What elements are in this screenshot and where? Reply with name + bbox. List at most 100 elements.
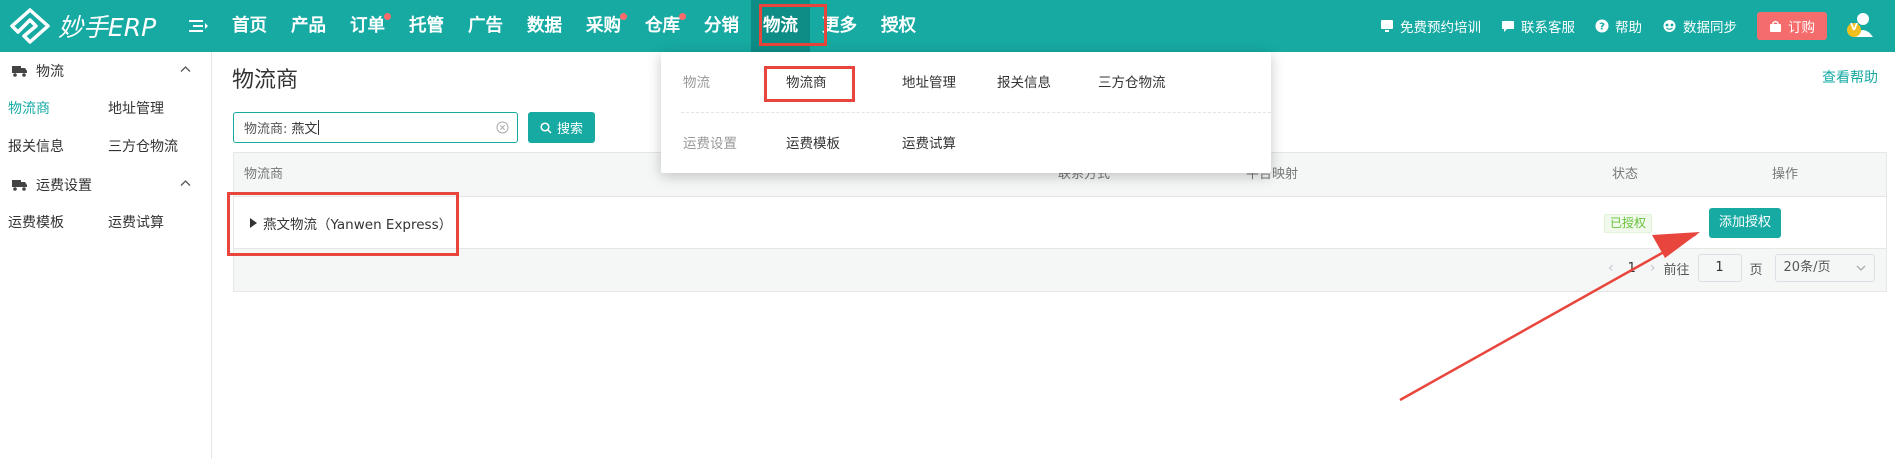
- notification-dot: [679, 13, 686, 20]
- sidebar-item[interactable]: 地址管理: [108, 90, 208, 128]
- dropdown-link[interactable]: 运费模板: [786, 132, 840, 152]
- help-label: 帮助: [1615, 20, 1642, 36]
- dropdown-link[interactable]: 报关信息: [997, 71, 1051, 91]
- dropdown-group-row: 物流 物流商 地址管理 报关信息 三方仓物流: [661, 61, 1271, 101]
- nav-item[interactable]: 分销: [692, 0, 751, 52]
- nav-item[interactable]: 采购: [574, 0, 633, 52]
- dropdown-link[interactable]: 地址管理: [902, 71, 956, 91]
- nav-item[interactable]: 数据: [515, 0, 574, 52]
- sidebar-item[interactable]: 报关信息: [8, 128, 108, 166]
- sidebar-group[interactable]: 物流: [0, 52, 211, 90]
- nav-item-label: 订单: [350, 16, 385, 36]
- search-value: 燕文: [291, 122, 318, 137]
- nav-item-label: 授权: [881, 16, 916, 36]
- nav-item[interactable]: 广告: [456, 0, 515, 52]
- search-button-label: 搜索: [556, 122, 583, 137]
- dropdown-divider: [681, 112, 1271, 113]
- truck-icon: [12, 66, 27, 77]
- sidebar-item[interactable]: 三方仓物流: [108, 128, 208, 166]
- dropdown-group-title: 物流: [683, 75, 710, 91]
- goto-prefix: 前往: [1663, 262, 1690, 278]
- nav-item[interactable]: 仓库: [633, 0, 692, 52]
- search-field-label: 物流商:: [244, 122, 288, 137]
- order-button[interactable]: 订购: [1757, 12, 1827, 40]
- nav-item[interactable]: 首页: [220, 0, 279, 52]
- goto-suffix: 页: [1749, 262, 1763, 278]
- clear-icon[interactable]: [496, 121, 509, 134]
- page-size-value: 20条/页: [1783, 260, 1831, 275]
- search-button[interactable]: 搜索: [528, 112, 595, 143]
- logo-text: 妙手ERP: [58, 13, 157, 42]
- notification-dot: [620, 13, 627, 20]
- dropdown-link[interactable]: 三方仓物流: [1098, 71, 1166, 91]
- nav-item-label: 托管: [409, 16, 444, 36]
- page-title: 物流商: [232, 68, 299, 93]
- search-input[interactable]: 物流商: 燕文: [233, 112, 518, 143]
- nav-item-label: 分销: [704, 16, 739, 36]
- sync-icon: [1663, 20, 1676, 32]
- notification-dot: [384, 13, 391, 20]
- help-link-top[interactable]: ? 帮助: [1595, 16, 1642, 36]
- nav-item[interactable]: 产品: [279, 0, 338, 52]
- sidebar-item[interactable]: 运费模板: [8, 204, 108, 242]
- dropdown-link[interactable]: 运费试算: [902, 132, 956, 152]
- bag-icon: [1770, 20, 1781, 32]
- nav-item-label: 仓库: [645, 16, 680, 36]
- chevron-up-icon[interactable]: [180, 179, 191, 187]
- nav-item[interactable]: 授权: [869, 0, 928, 52]
- svg-text:?: ?: [1599, 22, 1605, 33]
- nav-item[interactable]: 订单: [338, 0, 397, 52]
- column-actions: 操作: [1772, 167, 1799, 182]
- sidebar-item[interactable]: 运费试算: [108, 204, 208, 242]
- nav-item-label: 广告: [468, 16, 503, 36]
- sync-link[interactable]: 数据同步: [1662, 16, 1737, 36]
- nav-highlight-box: [759, 4, 827, 46]
- chevron-up-icon[interactable]: [180, 65, 191, 73]
- dropdown-group-title: 运费设置: [683, 136, 737, 152]
- menu-toggle-icon[interactable]: [186, 14, 210, 38]
- truck-icon: [12, 180, 27, 191]
- search-icon: [540, 121, 552, 134]
- chevron-down-icon: [1856, 265, 1865, 271]
- goto-page-input[interactable]: 1: [1697, 254, 1742, 282]
- avatar[interactable]: V: [1843, 9, 1877, 43]
- logo-icon: [10, 8, 50, 44]
- header-tools: 免费预约培训 联系客服 ? 帮助 数据同步 订购 V: [1380, 0, 1877, 52]
- text-cursor: [318, 120, 320, 135]
- sidebar-group-title: 物流: [36, 64, 64, 80]
- support-link[interactable]: 联系客服: [1501, 16, 1575, 36]
- sidebar-item-list: 物流商 地址管理 报关信息 三方仓物流: [0, 90, 211, 166]
- training-link[interactable]: 免费预约培训: [1380, 16, 1481, 36]
- avatar-letter: V: [1850, 22, 1858, 33]
- nav-item-label: 采购: [586, 16, 621, 36]
- order-label: 订购: [1788, 20, 1815, 36]
- next-page-icon[interactable]: ›: [1650, 260, 1656, 276]
- status-badge: 已授权: [1604, 214, 1653, 233]
- question-icon: ?: [1595, 19, 1609, 33]
- sidebar-group[interactable]: 运费设置: [0, 166, 211, 204]
- page-number[interactable]: 1: [1628, 261, 1636, 276]
- logo[interactable]: 妙手ERP: [10, 8, 156, 44]
- nav-item[interactable]: 托管: [397, 0, 456, 52]
- column-status: 状态: [1612, 167, 1639, 182]
- chat-icon: [1502, 21, 1514, 32]
- page-size-select[interactable]: 20条/页: [1774, 254, 1875, 282]
- top-navigation-bar: 妙手ERP 首页 产品 订单 托管 广告 数据 采购 仓库 分销 物流 更多 授权 免费预约培训 联系…: [0, 0, 1895, 52]
- add-authorization-button[interactable]: 添加授权: [1709, 208, 1781, 238]
- row-highlight-box: [227, 192, 459, 256]
- dropdown-link[interactable]: 物流商: [786, 71, 827, 91]
- prev-page-icon[interactable]: ‹: [1608, 260, 1614, 276]
- sidebar-group-title: 运费设置: [36, 178, 92, 194]
- nav-item-label: 产品: [291, 16, 326, 36]
- column-carrier: 物流商: [244, 167, 284, 182]
- view-help-link[interactable]: 查看帮助: [1822, 67, 1878, 87]
- sidebar-item-list: 运费模板 运费试算: [0, 204, 211, 242]
- nav-item-label: 首页: [232, 16, 267, 36]
- logistics-dropdown-menu: 物流 物流商 地址管理 报关信息 三方仓物流运费设置 运费模板 运费试算: [661, 52, 1271, 173]
- nav-item-label: 更多: [822, 16, 857, 36]
- table-row[interactable]: 燕文物流（Yanwen Express） 已授权 添加授权: [234, 197, 1886, 249]
- training-label: 免费预约培训: [1400, 20, 1481, 36]
- pagination: ‹ 1 › 前往 1 页 20条/页: [1600, 252, 1875, 284]
- sidebar-item[interactable]: 物流商: [8, 90, 108, 128]
- monitor-icon: [1381, 20, 1393, 32]
